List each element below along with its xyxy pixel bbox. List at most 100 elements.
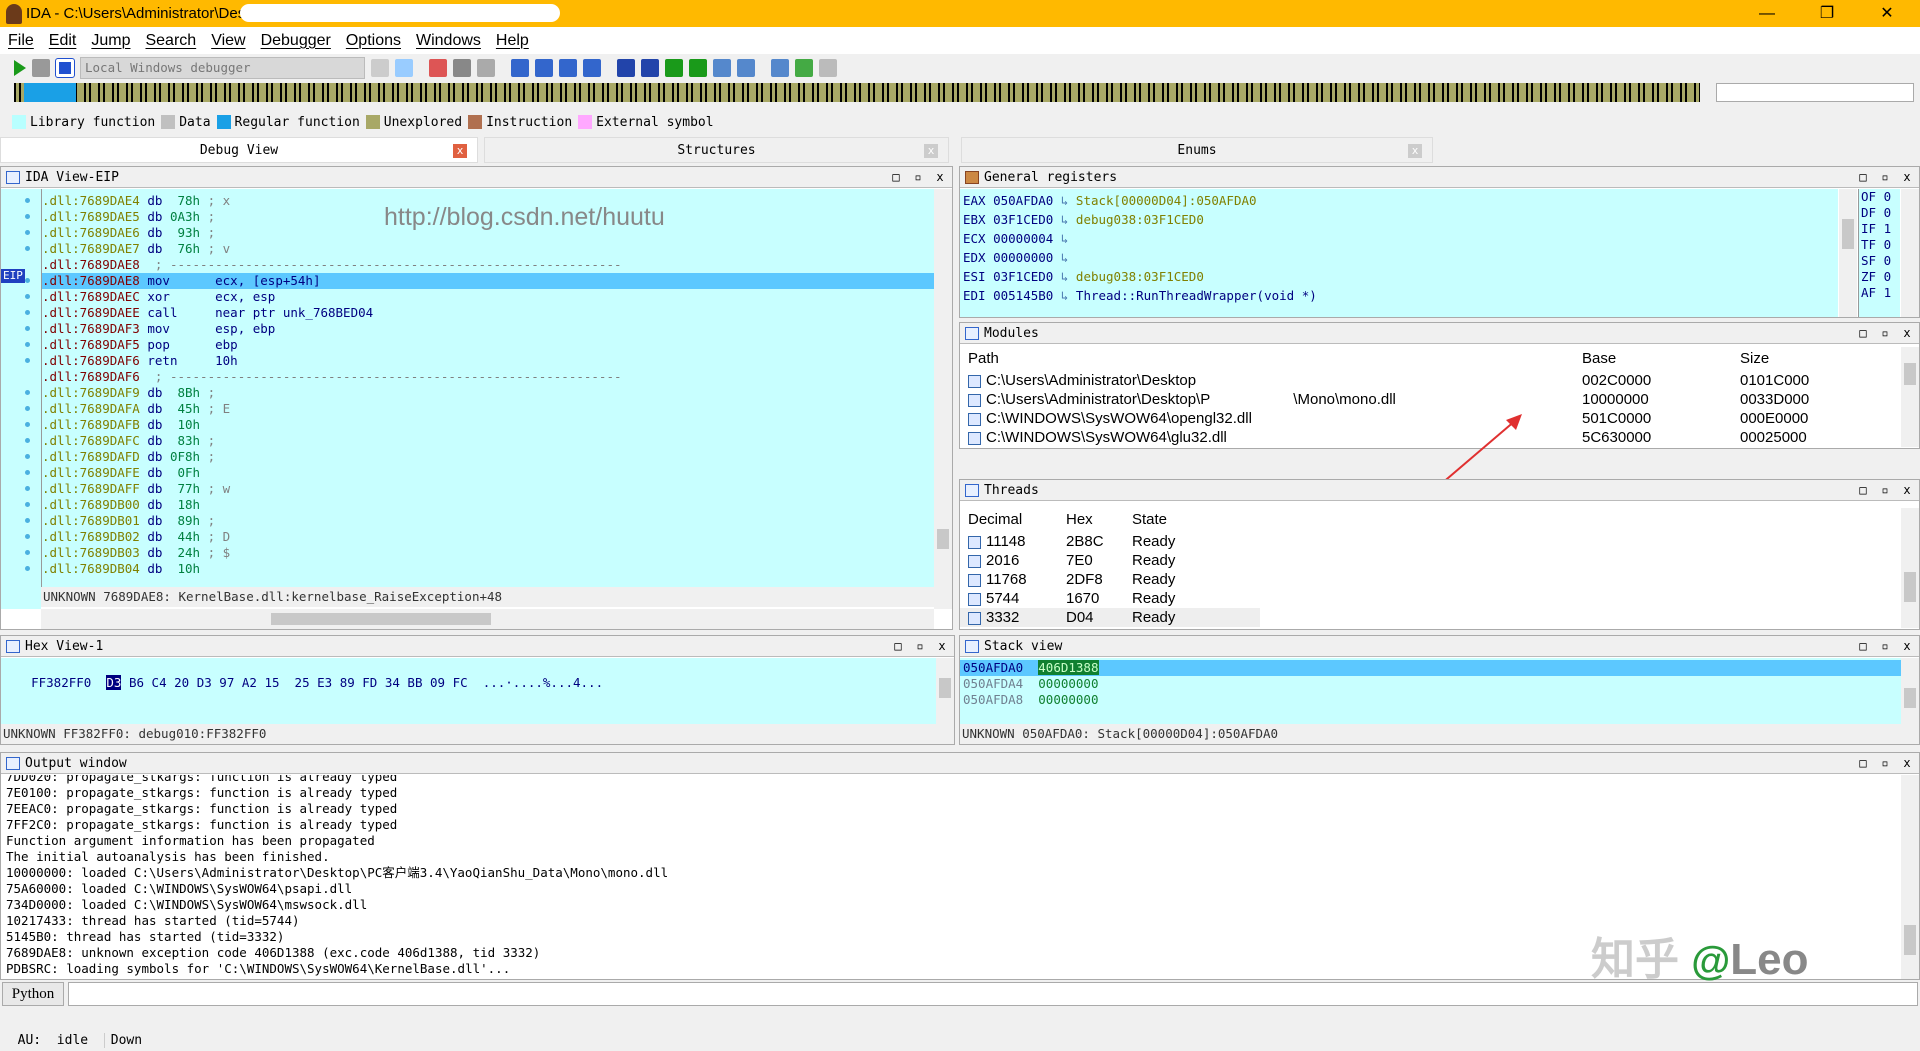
breakpoint-dot-icon[interactable] [25,358,30,363]
register-reference[interactable]: Thread::RunThreadWrapper(void *) [1076,288,1317,303]
play-icon[interactable] [14,59,26,76]
stack-value[interactable]: 406D1388 [1038,660,1099,675]
code-line[interactable]: .dll:7689DB03 db 24h ; $ [42,545,934,561]
column-header-path[interactable]: Path [968,347,999,371]
column-header-hex[interactable]: Hex [1066,508,1093,532]
flag-row[interactable]: OF 0 [1859,189,1900,205]
trace-over-icon[interactable] [641,58,659,77]
breakpoint-dot-icon[interactable] [25,470,30,475]
hex-selected-byte[interactable]: D3 [106,675,122,690]
column-header-base[interactable]: Base [1582,347,1616,371]
code-line[interactable]: .dll:7689DAFE db 0Fh [42,465,934,481]
stack-listing[interactable]: 050AFDA0 406D1388 050AFDA4 00000000 050AFD… [960,658,1902,724]
breakpoint-dot-icon[interactable] [25,486,30,491]
menu-help[interactable]: Help [496,32,529,50]
python-command-input[interactable] [68,982,1918,1006]
menu-jump[interactable]: Jump [91,32,130,50]
debugger-select[interactable]: Local Windows debugger [80,56,365,79]
instr-trace-icon[interactable] [665,58,683,77]
float-panel-icon[interactable]: ▫ [1875,636,1895,657]
breakpoint-dot-icon[interactable] [25,326,30,331]
close-tab-icon[interactable]: x [453,144,467,158]
breakpoint-dot-icon[interactable] [25,310,30,315]
tab-structures[interactable]: Structures x [484,137,949,163]
float-panel-icon[interactable]: ▫ [910,636,930,657]
code-line[interactable]: .dll:7689DAE8 mov ecx, [esp+54h] [42,273,934,289]
code-line[interactable]: .dll:7689DAF9 db 8Bh ; [42,385,934,401]
breakpoint-dot-icon[interactable] [25,406,30,411]
float-panel-icon[interactable]: ▫ [1875,167,1895,188]
register-row[interactable]: EAX 050AFDA0 ↳ Stack[00000D04]:050AFDA0 [960,191,1838,210]
pause-icon[interactable] [32,58,50,77]
step-into-icon[interactable] [511,58,529,77]
register-row[interactable]: EBX 03F1CED0 ↳ debug038:03F1CED0 [960,210,1838,229]
float-panel-icon[interactable]: ▫ [1875,480,1895,501]
stack-row[interactable]: 050AFDA4 00000000 [960,676,1902,692]
flag-row[interactable]: DF 0 [1859,205,1900,221]
float-panel-icon[interactable]: ▫ [1875,753,1895,774]
maximize-panel-icon[interactable]: □ [1853,167,1873,188]
vertical-scrollbar[interactable] [934,189,952,609]
code-line[interactable]: .dll:7689DAE8 ; ------------------------… [42,257,934,273]
watch-remove-icon[interactable] [819,58,837,77]
tab-enums[interactable]: Enums x [961,137,1433,163]
trace-icon[interactable] [617,58,635,77]
code-line[interactable]: .dll:7689DB02 db 44h ; D [42,529,934,545]
breakpoint-dot-icon[interactable] [25,214,30,219]
maximize-panel-icon[interactable]: □ [1853,480,1873,501]
tab-debug-view[interactable]: Debug View x [0,137,478,163]
horizontal-scrollbar[interactable] [41,609,934,629]
run-to-cursor-icon[interactable] [559,58,577,77]
maximize-button[interactable]: ❐ [1804,0,1850,27]
module-row[interactable]: C:\Users\Administrator\Desktop\P \Mono\m… [960,390,1900,409]
detach-icon[interactable] [395,58,413,77]
menu-options[interactable]: Options [346,32,401,50]
breakpoint-dot-icon[interactable] [25,550,30,555]
nav-band-combo[interactable] [1716,83,1914,102]
register-row[interactable]: ESI 03F1CED0 ↳ debug038:03F1CED0 [960,267,1838,286]
breakpoint-icon[interactable] [429,58,447,77]
maximize-panel-icon[interactable]: □ [1853,323,1873,344]
hex-scrollbar[interactable] [936,658,954,744]
thread-row[interactable]: 11768 2DF8 Ready [960,570,1260,589]
threads-scrollbar[interactable] [1901,508,1919,628]
thread-row[interactable]: 11148 2B8C Ready [960,532,1260,551]
code-line[interactable]: .dll:7689DAE7 db 76h ; v [42,241,934,257]
register-list[interactable]: EAX 050AFDA0 ↳ Stack[00000D04]:050AFDA0 E… [960,189,1838,317]
breakpoint-dot-icon[interactable] [25,422,30,427]
maximize-panel-icon[interactable]: □ [888,636,908,657]
disassembly-listing[interactable]: .dll:7689DAE4 db 78h ; x .dll:7689DAE5 db… [41,189,934,589]
register-value[interactable]: 03F1CED0 [993,212,1053,227]
stack-row[interactable]: 050AFDA8 00000000 [960,692,1902,708]
jump-arrow-icon[interactable]: ↳ [1061,193,1069,208]
column-header-state[interactable]: State [1132,508,1167,532]
minimize-button[interactable]: — [1744,0,1790,27]
python-button[interactable]: Python [2,982,64,1006]
close-panel-icon[interactable]: x [1897,753,1917,774]
breakpoint-dot-icon[interactable] [25,502,30,507]
close-panel-icon[interactable]: x [1897,636,1917,657]
breakpoint-dot-icon[interactable] [25,566,30,571]
stack-scrollbar[interactable] [1901,658,1919,744]
thread-row[interactable]: 5744 1670 Ready [960,589,1260,608]
stop-icon[interactable] [55,57,75,78]
register-row[interactable]: EDI 005145B0 ↳ Thread::RunThreadWrapper(… [960,286,1838,305]
close-panel-icon[interactable]: x [1897,167,1917,188]
code-line[interactable]: .dll:7689DAF6 retn 10h [42,353,934,369]
threads-icon[interactable] [713,58,731,77]
jump-arrow-icon[interactable]: ↳ [1061,231,1069,246]
breakpoint-dot-icon[interactable] [25,342,30,347]
menu-edit[interactable]: Edit [49,32,77,50]
modules-scrollbar[interactable] [1901,347,1919,447]
maximize-panel-icon[interactable]: □ [1853,636,1873,657]
code-line[interactable]: .dll:7689DAFF db 77h ; w [42,481,934,497]
code-line[interactable]: .dll:7689DAEE call near ptr unk_768BED04 [42,305,934,321]
jump-arrow-icon[interactable]: ↳ [1061,250,1069,265]
register-row[interactable]: EDX 00000000 ↳ [960,248,1838,267]
flags-scrollbar[interactable] [1901,189,1919,317]
close-tab-icon[interactable]: x [1408,144,1422,158]
stack-value[interactable]: 00000000 [1038,676,1098,691]
close-panel-icon[interactable]: x [930,167,950,188]
flag-row[interactable]: IF 1 [1859,221,1900,237]
flag-row[interactable]: TF 0 [1859,237,1900,253]
